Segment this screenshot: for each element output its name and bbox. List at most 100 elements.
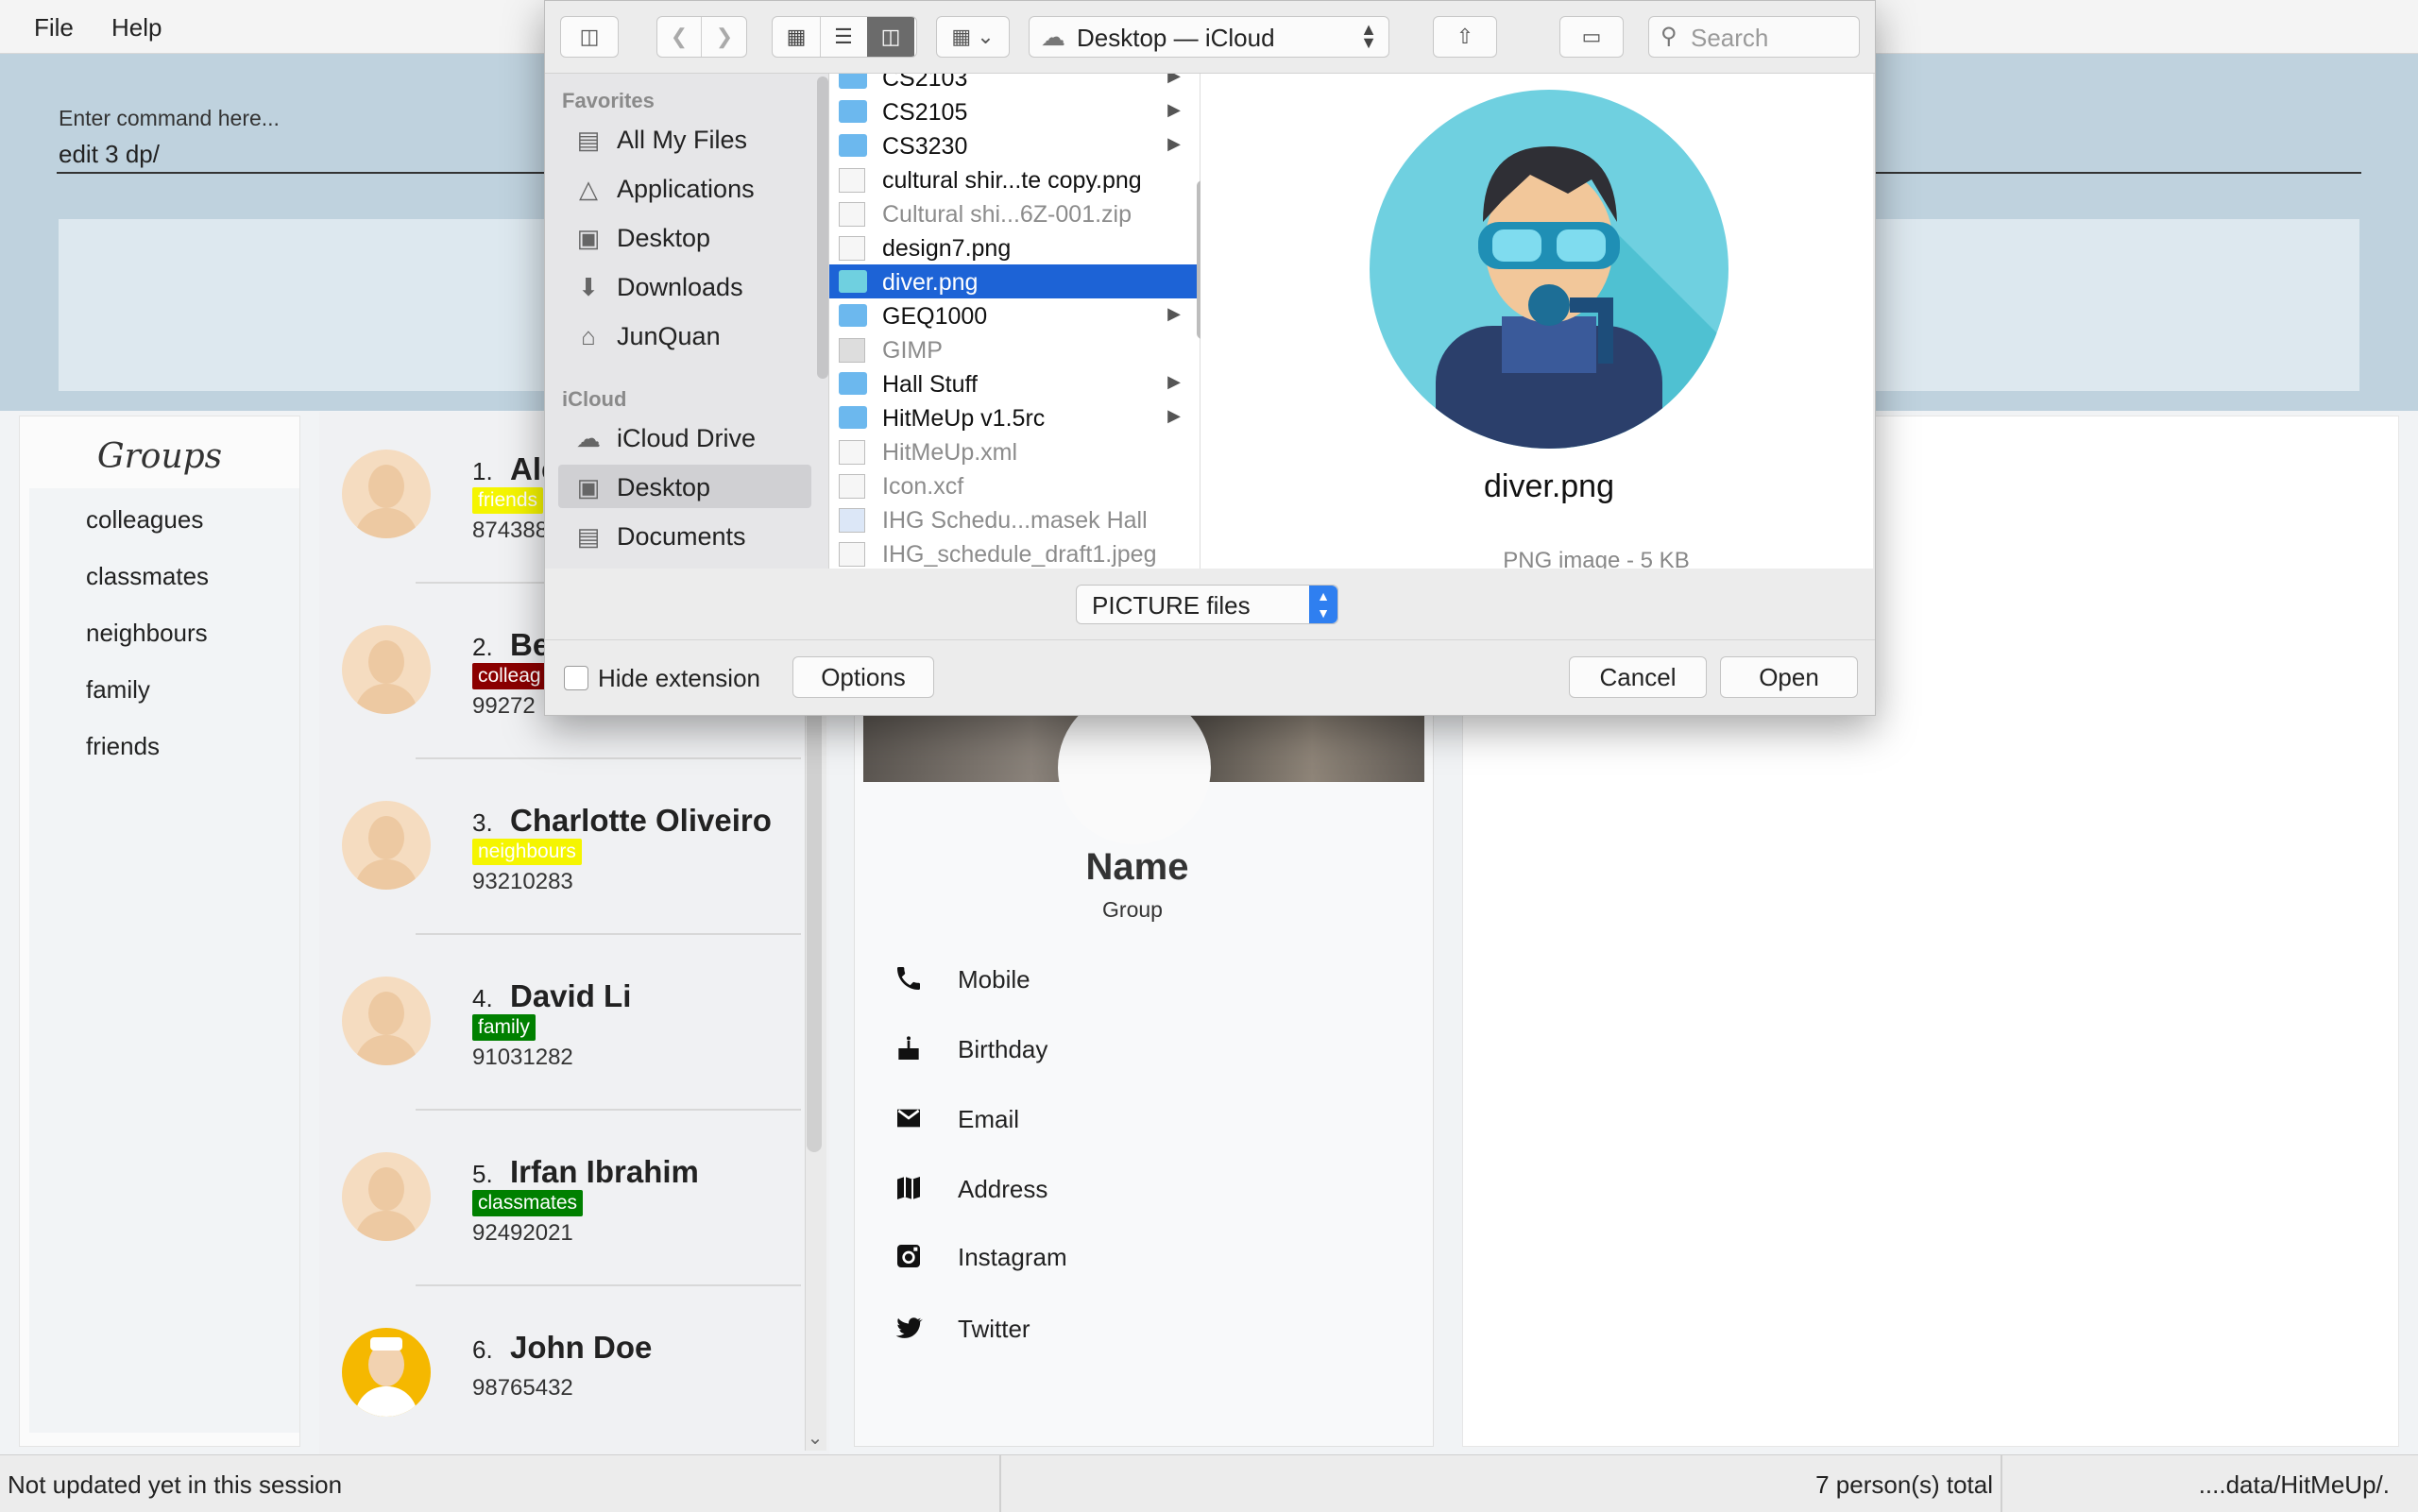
- person-card[interactable]: 6. John Doe 98765432: [319, 1290, 801, 1465]
- file-row-selected[interactable]: diver.png: [829, 264, 1200, 298]
- group-item-family[interactable]: family: [86, 675, 150, 705]
- sidebar-label: All My Files: [617, 126, 748, 154]
- list-scrollbar-thumb[interactable]: [807, 680, 822, 1152]
- search-input[interactable]: Search: [1691, 24, 1768, 53]
- forward-arrow-icon[interactable]: ❯: [703, 17, 746, 57]
- file-row[interactable]: GIMP: [829, 332, 1200, 366]
- sidebar-label: iCloud Drive: [617, 424, 757, 452]
- file-row[interactable]: Cultural shi...6Z-001.zip: [829, 196, 1200, 230]
- file-format-popup[interactable]: PICTURE files ▲ ▼: [1076, 585, 1338, 624]
- back-arrow-icon[interactable]: ❮: [657, 17, 702, 57]
- sync-status: Not updated yet in this session: [8, 1470, 343, 1499]
- person-index: 4.: [472, 984, 493, 1012]
- cancel-button[interactable]: Cancel: [1569, 656, 1707, 698]
- xml-file-icon: [839, 440, 865, 465]
- person-index: 1.: [472, 457, 493, 485]
- location-popup[interactable]: ☁ Desktop — iCloud ▲ ▼: [1029, 16, 1389, 58]
- map-icon: [892, 1173, 926, 1207]
- open-button[interactable]: Open: [1720, 656, 1858, 698]
- folder-icon: [839, 134, 867, 157]
- group-item-friends[interactable]: friends: [86, 732, 160, 761]
- list-view-icon[interactable]: ☰: [820, 17, 868, 57]
- person-card[interactable]: 3. Charlotte Oliveiro neighbours 9321028…: [319, 763, 801, 938]
- file-row[interactable]: design7.png: [829, 230, 1200, 264]
- menu-help[interactable]: Help: [111, 13, 162, 42]
- image-file-icon: [839, 270, 867, 293]
- file-row[interactable]: Hall Stuff ▶: [829, 366, 1200, 400]
- icloud-header: iCloud: [562, 387, 627, 411]
- file-name: CS2103: [882, 74, 968, 92]
- sidebar-label: Desktop: [617, 473, 711, 501]
- divider: [416, 933, 801, 935]
- field-label: Email: [958, 1105, 1020, 1133]
- person-card[interactable]: 5. Irfan Ibrahim classmates 92492021: [319, 1114, 801, 1289]
- file-row[interactable]: GEQ1000 ▶: [829, 298, 1200, 332]
- sidebar-label: JunQuan: [617, 322, 721, 350]
- sidebar-label: Documents: [617, 522, 746, 551]
- person-name: Irfan Ibrahim: [510, 1154, 699, 1189]
- sidebar-label: Applications: [617, 175, 755, 203]
- column-view-icon[interactable]: ◫: [867, 17, 914, 57]
- scroll-down-arrow-icon[interactable]: ⌄: [805, 1426, 826, 1450]
- sidebar-item-icloud-desktop[interactable]: ▣ Desktop: [558, 465, 811, 508]
- icon-view-icon[interactable]: ▦: [773, 17, 821, 57]
- sidebar-item-junquan[interactable]: ⌂ JunQuan: [558, 314, 811, 357]
- file-row[interactable]: IHG Schedu...masek Hall: [829, 502, 1200, 536]
- menu-file[interactable]: File: [34, 13, 74, 42]
- file-row[interactable]: CS3230 ▶: [829, 128, 1200, 162]
- group-item-colleagues[interactable]: colleagues: [86, 505, 203, 535]
- command-input[interactable]: edit 3 dp/: [59, 140, 160, 169]
- phone-icon: [892, 963, 926, 997]
- arrange-menu-icon[interactable]: ▦ ⌄: [936, 16, 1010, 58]
- chevron-right-icon: ▶: [1167, 372, 1181, 391]
- image-file-icon: [839, 168, 865, 193]
- file-name: Cultural shi...6Z-001.zip: [882, 201, 1132, 228]
- hide-extension-checkbox[interactable]: [564, 666, 588, 690]
- file-row[interactable]: CS2103 ▶: [829, 74, 1200, 94]
- divider: [416, 1284, 801, 1286]
- chevron-right-icon: ▶: [1167, 406, 1181, 425]
- sidebar-item-documents[interactable]: ▤ Documents: [558, 514, 811, 557]
- downloads-icon: ⬇: [578, 273, 599, 301]
- file-name: Hall Stuff: [882, 371, 978, 398]
- divider: [416, 757, 801, 759]
- person-card[interactable]: 4. David Li family 91031282: [319, 939, 801, 1113]
- chevron-right-icon: ▶: [1167, 74, 1181, 85]
- applications-icon: △: [579, 175, 598, 203]
- groups-list: colleagues classmates neighbours family …: [29, 488, 299, 1433]
- sidebar-toggle-icon[interactable]: ◫: [560, 16, 619, 58]
- file-row[interactable]: Icon.xcf: [829, 468, 1200, 502]
- file-row[interactable]: CS2105 ▶: [829, 94, 1200, 128]
- sidebar-item-icloud-drive[interactable]: ☁ iCloud Drive: [558, 416, 811, 459]
- sidebar-scrollbar[interactable]: [817, 76, 828, 379]
- person-tag: colleag: [472, 663, 547, 689]
- search-field[interactable]: ⚲ Search: [1648, 16, 1860, 58]
- field-label: Birthday: [958, 1035, 1048, 1063]
- instagram-icon: [892, 1241, 926, 1275]
- share-icon[interactable]: ⇧: [1433, 16, 1497, 58]
- person-phone: 99272: [472, 693, 536, 719]
- file-row[interactable]: HitMeUp.xml: [829, 434, 1200, 468]
- command-placeholder: Enter command here...: [59, 106, 280, 130]
- search-icon: ⚲: [1660, 24, 1677, 49]
- avatar: [342, 1152, 431, 1241]
- cloud-icon: ☁: [576, 424, 601, 452]
- group-item-neighbours[interactable]: neighbours: [86, 619, 208, 648]
- file-row[interactable]: HitMeUp v1.5rc ▶: [829, 400, 1200, 434]
- sidebar-item-applications[interactable]: △ Applications: [558, 166, 811, 210]
- file-row[interactable]: cultural shir...te copy.png: [829, 162, 1200, 196]
- group-item-classmates[interactable]: classmates: [86, 562, 209, 591]
- sidebar-item-all-my-files[interactable]: ▤ All My Files: [558, 117, 811, 161]
- person-index: 5.: [472, 1160, 493, 1188]
- favorites-header: Favorites: [562, 89, 655, 112]
- status-bar: Not updated yet in this session 7 person…: [0, 1454, 2418, 1512]
- person-phone: 92492021: [472, 1220, 573, 1246]
- file-name: CS3230: [882, 133, 968, 160]
- folder-icon: [839, 100, 867, 123]
- file-row[interactable]: IHG_schedule_draft1.jpeg: [829, 536, 1200, 569]
- sidebar-item-downloads[interactable]: ⬇ Downloads: [558, 264, 811, 308]
- options-button[interactable]: Options: [792, 656, 934, 698]
- tag-icon[interactable]: ▭: [1559, 16, 1624, 58]
- sidebar-item-desktop[interactable]: ▣ Desktop: [558, 215, 811, 259]
- nav-buttons: ❮ ❯: [656, 16, 747, 58]
